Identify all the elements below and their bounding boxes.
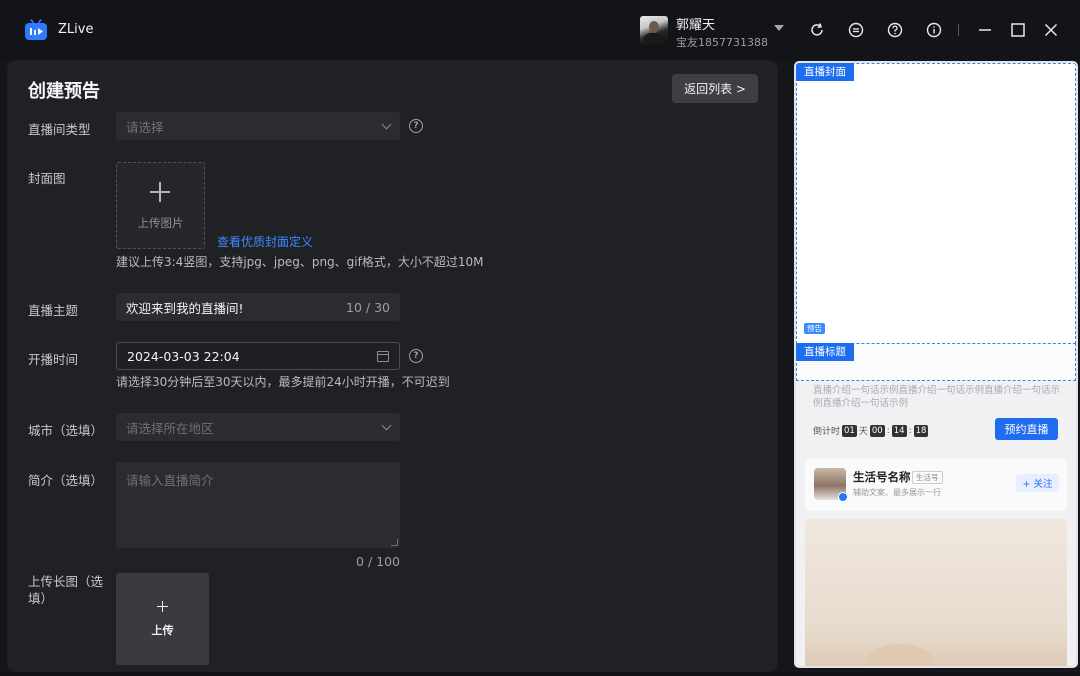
account-card: 生活号名称 生活号 辅助文案、最多展示一行 + 关注 (805, 459, 1067, 511)
help-icon[interactable] (885, 20, 905, 40)
plus-icon (157, 601, 168, 612)
countdown-minutes: 14 (891, 424, 907, 437)
user-id: 宝友1857731388 (676, 36, 768, 49)
intro-textarea[interactable]: 请输入直播简介 (116, 462, 400, 548)
refresh-icon[interactable] (807, 20, 827, 40)
countdown-prefix: 倒计时 (813, 427, 841, 437)
resize-handle-icon[interactable] (391, 539, 398, 546)
app-name: ZLive (58, 22, 94, 37)
cover-upload-text: 上传图片 (137, 216, 184, 230)
user-name[interactable]: 郭耀天 (676, 14, 715, 33)
long-image-label: 上传长图（选填） (28, 574, 104, 606)
caret-down-icon[interactable] (774, 25, 784, 31)
countdown-day-unit: 天 (858, 427, 868, 437)
cover-label: 封面图 (28, 171, 66, 186)
preview-cover-area[interactable] (796, 63, 1076, 344)
start-time-hint: 请选择30分钟后至30天以内，最多提前24小时开播，不可迟到 (116, 375, 450, 389)
preview-description: 直播介绍一句话示例直播介绍一句话示例直播介绍一句话示例直播介绍一句话示例 (813, 385, 1061, 409)
calendar-icon (377, 351, 389, 362)
page-title: 创建预告 (28, 81, 100, 102)
user-avatar[interactable] (640, 16, 668, 44)
message-icon[interactable] (846, 20, 866, 40)
start-time-label: 开播时间 (28, 352, 79, 367)
start-time-picker[interactable]: 2024-03-03 22:04 (116, 342, 400, 370)
topic-value: 欢迎来到我的直播间! (126, 300, 244, 316)
topic-input[interactable]: 欢迎来到我的直播间! 10 / 30 (116, 293, 400, 321)
create-preview-form: 创建预告 返回列表 > 直播间类型 请选择 ? 封面图 上传图片 查看优质封面定… (7, 60, 778, 672)
maximize-icon[interactable] (1008, 20, 1028, 40)
verified-icon (838, 492, 848, 502)
phone-preview: 直播封面 预告 直播标题 直播介绍一句话示例直播介绍一句话示例直播介绍一句话示例… (794, 61, 1078, 668)
long-image-upload-text: 上传 (151, 624, 174, 637)
countdown-hours: 00 (869, 424, 885, 437)
city-placeholder: 请选择所在地区 (126, 420, 214, 436)
topic-label: 直播主题 (28, 303, 79, 318)
countdown-seconds: 18 (913, 424, 929, 437)
account-name: 生活号名称 (853, 470, 911, 484)
back-to-list-button[interactable]: 返回列表 > (672, 74, 758, 103)
room-type-select[interactable]: 请选择 (116, 112, 400, 140)
city-select[interactable]: 请选择所在地区 (116, 413, 400, 441)
preview-photo (805, 519, 1067, 666)
account-subtitle: 辅助文案、最多展示一行 (853, 488, 941, 497)
title-tag: 直播标题 (796, 343, 854, 361)
countdown-days: 01 (842, 424, 857, 437)
cover-upload[interactable]: 上传图片 (116, 162, 205, 249)
minimize-icon[interactable] (975, 20, 995, 40)
window-bottom-edge (0, 672, 1080, 676)
chevron-down-icon (381, 420, 392, 431)
plus-icon (150, 182, 170, 202)
cover-guide-link[interactable]: 查看优质封面定义 (217, 233, 313, 250)
room-type-placeholder: 请选择 (126, 119, 164, 135)
account-badge: 生活号 (912, 471, 943, 484)
preview-countdown: 倒计时 01 天 00 : 14 : 18 (813, 424, 929, 437)
intro-label: 简介（选填） (28, 473, 104, 488)
follow-button[interactable]: + 关注 (1016, 474, 1059, 492)
intro-counter: 0 / 100 (356, 554, 400, 569)
topic-counter: 10 / 30 (346, 299, 390, 315)
toolbar-divider (958, 24, 959, 36)
close-icon[interactable] (1041, 20, 1061, 40)
preview-tag: 预告 (804, 323, 825, 334)
reserve-live-button[interactable]: 预约直播 (995, 418, 1058, 440)
title-bar: ZLive 郭耀天 宝友1857731388 (0, 0, 1080, 60)
info-icon[interactable] (924, 20, 944, 40)
city-label: 城市（选填） (28, 423, 104, 438)
long-image-upload-button[interactable]: 上传 (116, 573, 209, 665)
room-type-label: 直播间类型 (28, 122, 91, 137)
cover-hint: 建议上传3:4竖图，支持jpg、jpeg、png、gif格式，大小不超过10M (116, 255, 484, 269)
zlive-logo-icon (25, 19, 47, 40)
help-icon[interactable]: ? (409, 349, 423, 363)
help-icon[interactable]: ? (409, 119, 423, 133)
chevron-down-icon (381, 119, 392, 130)
intro-placeholder: 请输入直播简介 (126, 473, 214, 488)
cover-tag: 直播封面 (796, 63, 854, 81)
start-time-value: 2024-03-03 22:04 (127, 348, 240, 364)
